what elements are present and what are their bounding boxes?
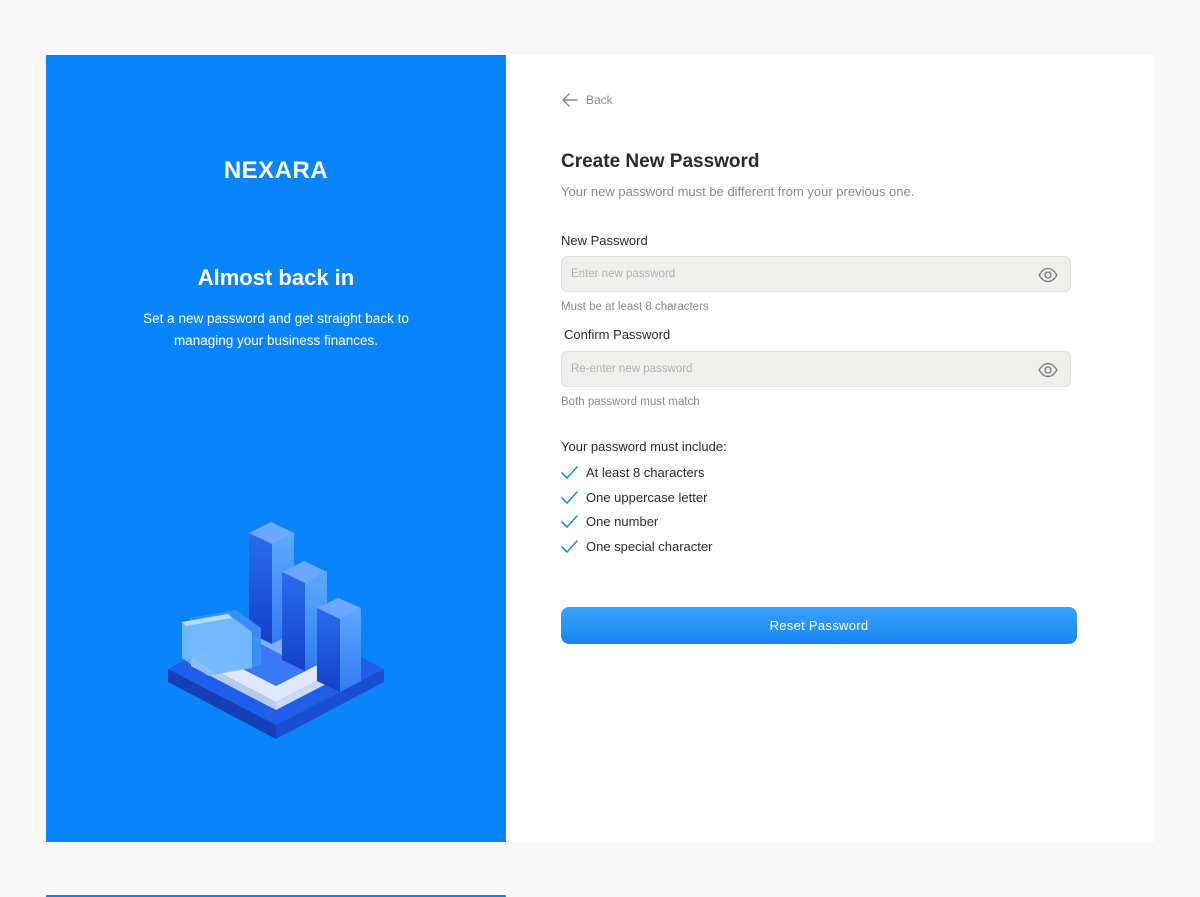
eye-icon[interactable] bbox=[1038, 267, 1058, 283]
requirement-label: One special character bbox=[586, 538, 713, 554]
confirm-password-label: Confirm Password bbox=[564, 327, 671, 342]
confirm-password-field bbox=[561, 351, 1071, 387]
check-icon bbox=[561, 515, 578, 529]
arrow-left-icon bbox=[562, 93, 578, 107]
new-password-label: New Password bbox=[561, 233, 648, 248]
brand-logo: NEXARA bbox=[223, 157, 329, 184]
requirements-title: Your password must include: bbox=[561, 439, 727, 454]
eye-icon[interactable] bbox=[1038, 362, 1058, 378]
back-label: Back bbox=[586, 93, 613, 107]
requirement-item: At least 8 characters bbox=[561, 460, 712, 485]
requirement-label: One uppercase letter bbox=[586, 489, 708, 505]
check-icon bbox=[561, 466, 578, 479]
confirm-password-hint: Both password must match bbox=[561, 396, 700, 408]
brand-panel: NEXARA Almost back in Set a new password… bbox=[46, 55, 506, 842]
new-password-hint: Must be at least 8 characters bbox=[561, 301, 709, 313]
requirement-label: At least 8 characters bbox=[586, 464, 705, 480]
check-icon bbox=[561, 540, 578, 553]
back-link[interactable]: Back bbox=[562, 93, 613, 107]
confirm-password-input[interactable] bbox=[562, 352, 1070, 386]
hero-title: Almost back in bbox=[197, 265, 355, 290]
requirement-item: One special character bbox=[561, 534, 712, 559]
requirement-label: One number bbox=[586, 514, 659, 530]
reset-password-button[interactable]: Reset Password bbox=[561, 607, 1077, 644]
check-icon bbox=[561, 490, 578, 504]
new-password-input[interactable] bbox=[562, 257, 1070, 291]
requirements-list: At least 8 characters One uppercase lett… bbox=[561, 460, 712, 559]
requirement-item: One uppercase letter bbox=[561, 485, 712, 510]
form-panel: Back Create New Password Your new passwo… bbox=[506, 55, 1154, 842]
new-password-field bbox=[561, 256, 1071, 292]
page-subtitle: Your new password must be different from… bbox=[561, 184, 915, 199]
hero-text: Set a new password and get straight back… bbox=[143, 311, 409, 348]
page-title: Create New Password bbox=[561, 151, 760, 172]
requirement-item: One number bbox=[561, 509, 712, 534]
finance-chart-illustration bbox=[168, 522, 384, 739]
